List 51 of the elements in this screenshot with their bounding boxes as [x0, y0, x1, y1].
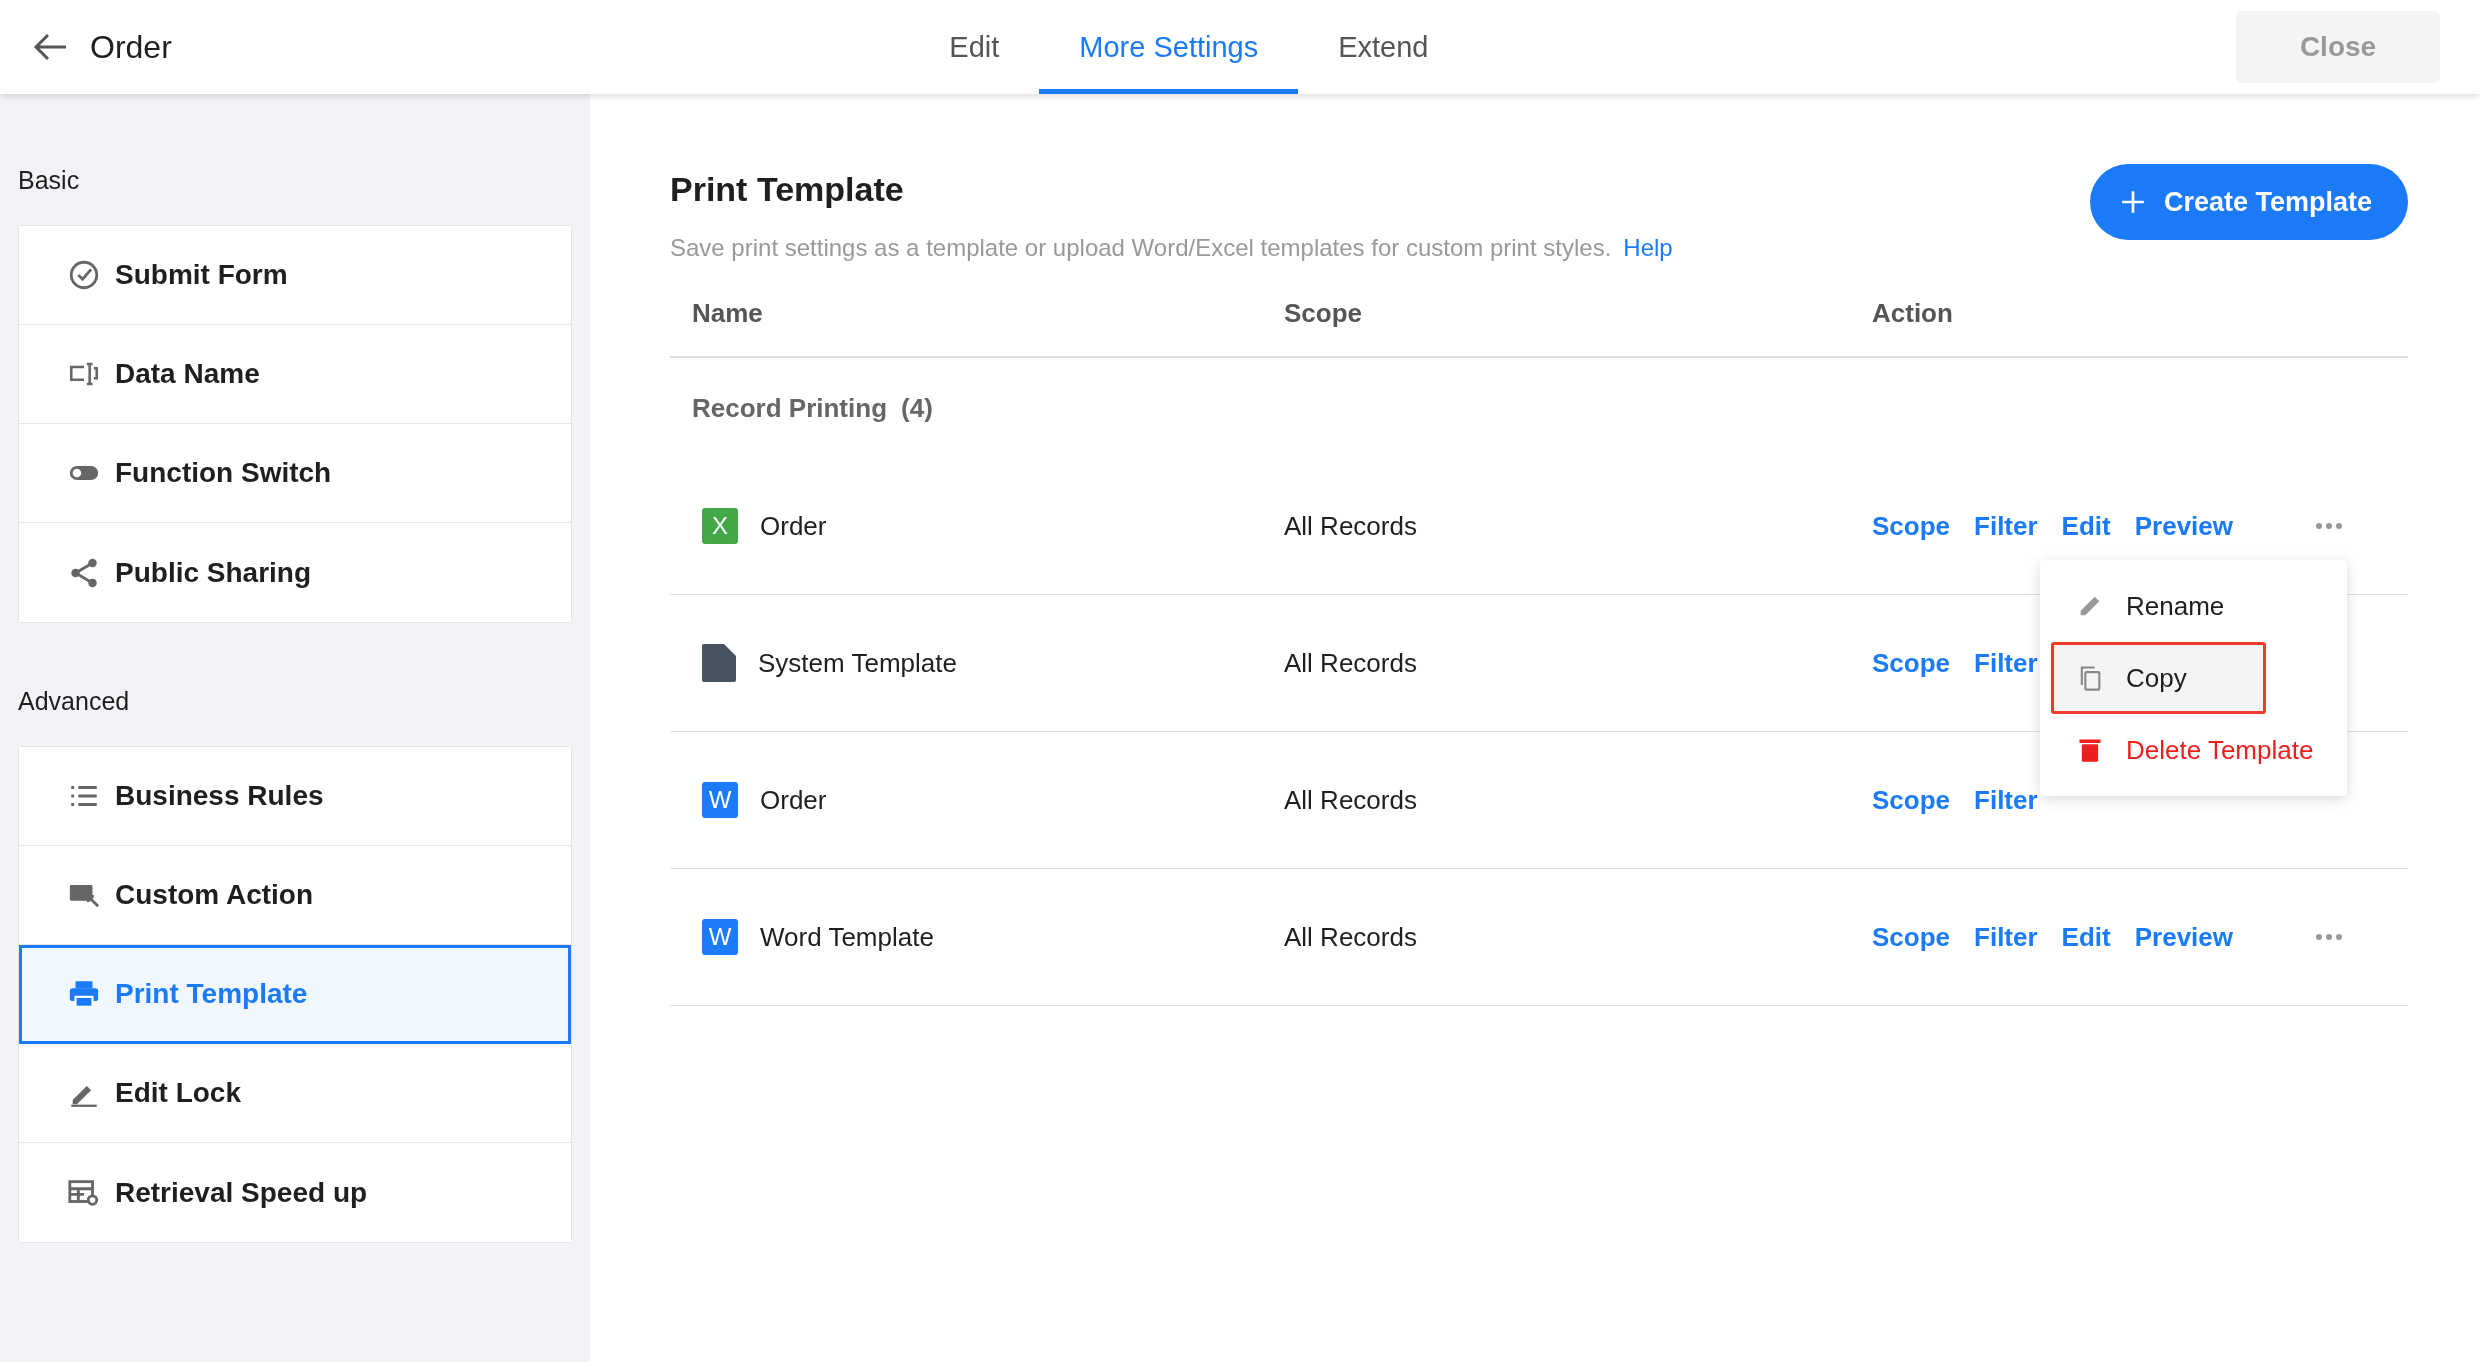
section-label: Record Printing [692, 392, 887, 424]
document-badge: W [702, 919, 738, 955]
action-link[interactable]: Filter [1974, 510, 2038, 542]
template-name: Word Template [760, 921, 934, 953]
group-label: Advanced [18, 687, 131, 716]
action-link[interactable]: Filter [1974, 921, 2038, 953]
more-button[interactable] [2315, 933, 2343, 941]
tab[interactable]: Edit [909, 0, 1040, 94]
menu-item[interactable]: Rename [2040, 570, 2347, 642]
back-button[interactable]: Order [32, 28, 172, 66]
plus-icon [2119, 189, 2146, 215]
scope-cell-text: All Records [1284, 921, 1418, 953]
action-link[interactable]: Preview [2134, 510, 2233, 542]
column-header: Scope [1284, 297, 1364, 329]
column-header: Name [691, 297, 764, 329]
tab[interactable]: Extend [1298, 0, 1469, 94]
check-circle-icon [67, 258, 101, 292]
group-label: Basic [18, 166, 81, 195]
description: Save print settings as a template or upload Word/Excel templates for custom print styles. [670, 234, 1612, 262]
document-badge: W [702, 782, 738, 818]
column-header: Action [1872, 297, 1954, 329]
action-link[interactable]: Scope [1872, 784, 1951, 816]
sidebar-item[interactable]: Submit Form [19, 226, 571, 325]
close-button[interactable]: Close [2236, 11, 2440, 83]
create-template-button[interactable]: Create Template [2089, 164, 2408, 240]
page-title: Print Template [670, 170, 904, 209]
action-link[interactable]: Edit [2061, 510, 2111, 542]
scope-cell-text: All Records [1284, 647, 1418, 679]
action-link[interactable]: Scope [1872, 921, 1951, 953]
template-name: Order [760, 784, 827, 816]
file-icon [702, 644, 736, 682]
scope-cell-text: All Records [1284, 510, 1418, 542]
scope-cell-text: All Records [1284, 784, 1418, 816]
tab[interactable]: More Settings [1039, 0, 1299, 94]
menu-item[interactable]: Delete Template [2040, 714, 2347, 786]
action-link[interactable]: Scope [1872, 510, 1951, 542]
menu-item[interactable]: Copy [2051, 642, 2266, 714]
sidebar-item[interactable]: Business Rules [19, 747, 571, 846]
action-link[interactable]: Filter [1974, 647, 2038, 679]
more-button[interactable] [2315, 522, 2343, 530]
action-link[interactable]: Scope [1872, 647, 1951, 679]
help-link[interactable]: Help [1623, 234, 1673, 262]
template-name: Order [760, 510, 827, 542]
section-count: (4) [901, 392, 933, 424]
action-link[interactable]: Filter [1974, 784, 2038, 816]
sidebar-item[interactable]: Print Template [19, 945, 571, 1044]
action-link[interactable]: Edit [2061, 921, 2111, 953]
back-arrow-icon [32, 32, 68, 62]
action-link[interactable]: Preview [2134, 921, 2233, 953]
spreadsheet-badge: X [702, 508, 738, 544]
template-name: System Template [758, 647, 957, 679]
